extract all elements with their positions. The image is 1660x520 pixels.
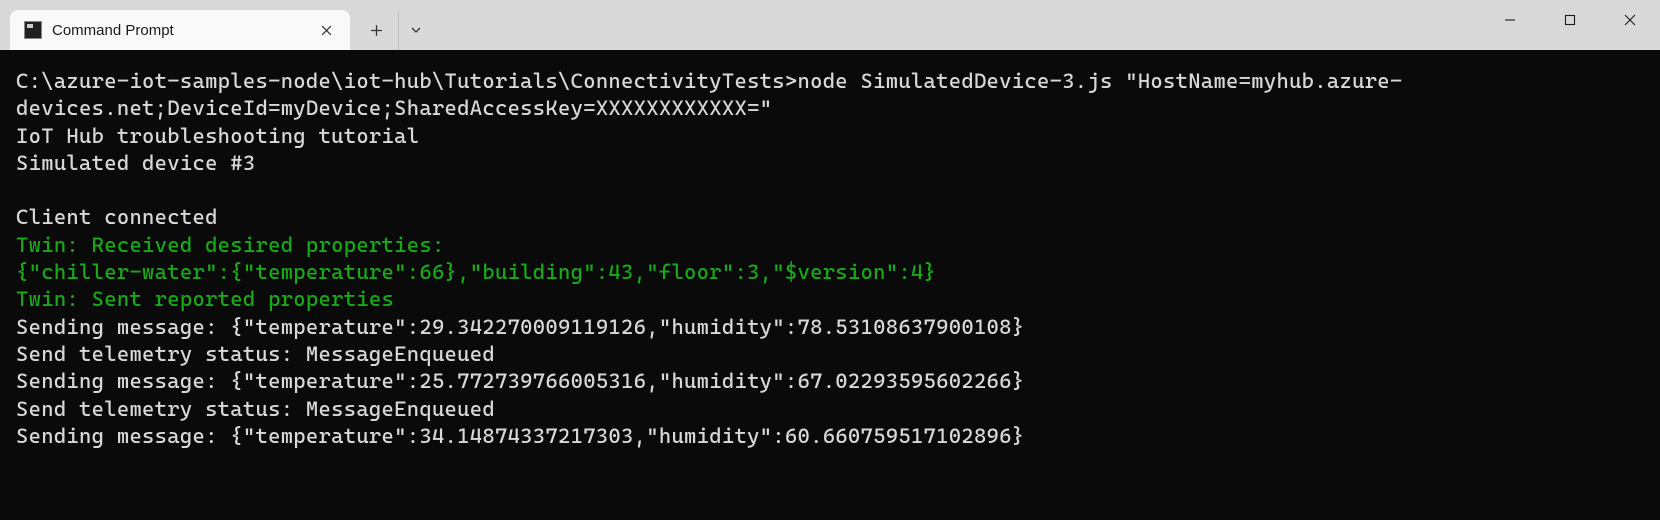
terminal-line: IoT Hub troubleshooting tutorial [16, 123, 1644, 150]
chevron-down-icon [410, 24, 422, 36]
close-icon [321, 25, 332, 36]
close-icon [1624, 14, 1636, 26]
tab-command-prompt[interactable]: Command Prompt [10, 10, 350, 50]
terminal-line: C:\azure-iot-samples-node\iot-hub\Tutori… [16, 68, 1644, 123]
terminal-output[interactable]: C:\azure-iot-samples-node\iot-hub\Tutori… [0, 50, 1660, 520]
terminal-line: Twin: Sent reported properties [16, 286, 1644, 313]
minimize-button[interactable] [1480, 0, 1540, 40]
terminal-line: Sending message: {"temperature":25.77273… [16, 368, 1644, 395]
terminal-line: Client connected [16, 204, 1644, 231]
terminal-line: {"chiller-water":{"temperature":66},"bui… [16, 259, 1644, 286]
tab-close-button[interactable] [316, 20, 336, 40]
new-tab-button[interactable] [356, 10, 396, 50]
terminal-line: Simulated device #3 [16, 150, 1644, 177]
terminal-line: Send telemetry status: MessageEnqueued [16, 396, 1644, 423]
terminal-icon [24, 21, 42, 39]
plus-icon [370, 24, 383, 37]
terminal-line: Sending message: {"temperature":34.14874… [16, 423, 1644, 450]
terminal-line: Twin: Received desired properties: [16, 232, 1644, 259]
maximize-button[interactable] [1540, 0, 1600, 40]
terminal-line: Send telemetry status: MessageEnqueued [16, 341, 1644, 368]
tab-dropdown-button[interactable] [398, 10, 432, 50]
tab-area: Command Prompt [0, 0, 432, 50]
close-window-button[interactable] [1600, 0, 1660, 40]
title-bar: Command Prompt [0, 0, 1660, 50]
maximize-icon [1564, 14, 1576, 26]
terminal-line [16, 177, 1644, 204]
window-controls [1480, 0, 1660, 40]
minimize-icon [1504, 14, 1516, 26]
tab-title: Command Prompt [52, 22, 316, 39]
terminal-line: Sending message: {"temperature":29.34227… [16, 314, 1644, 341]
